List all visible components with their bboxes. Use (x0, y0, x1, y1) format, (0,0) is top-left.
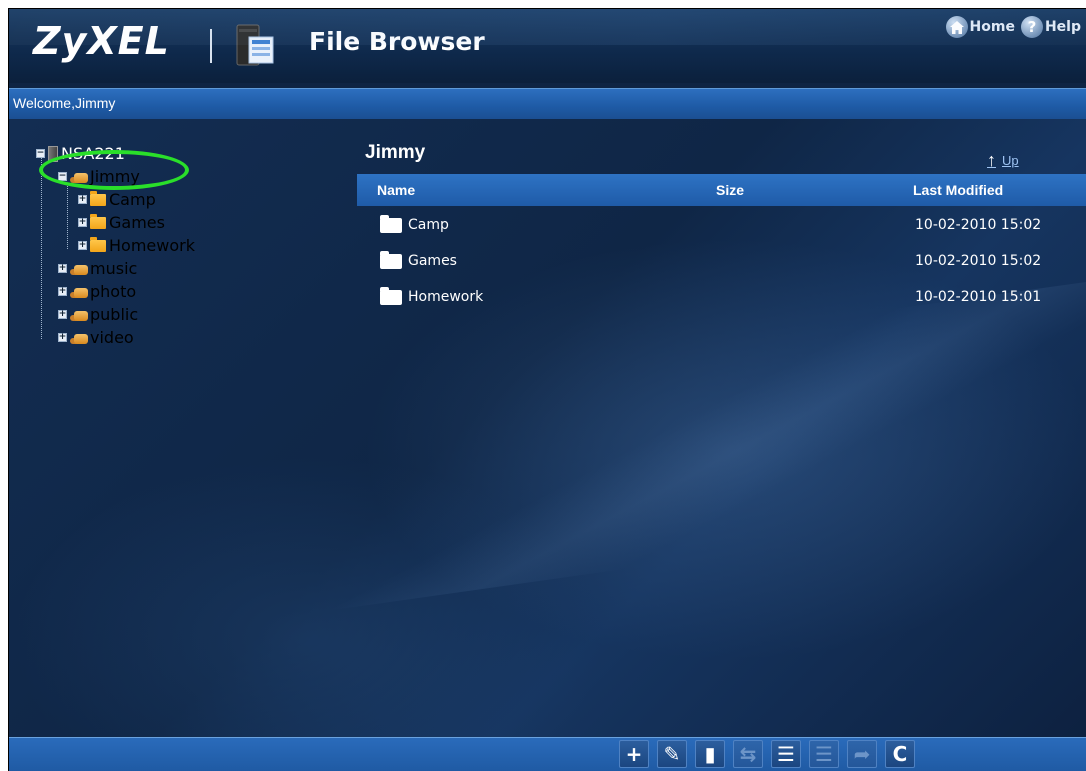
expand-icon[interactable]: + (58, 287, 67, 296)
share-icon (70, 262, 88, 276)
edit-icon: ✎ (663, 742, 681, 766)
file-name-cell: Homework (380, 286, 484, 305)
file-modified: 10-02-2010 15:01 (915, 289, 1042, 305)
expand-icon[interactable]: + (58, 333, 67, 342)
column-header-size[interactable]: Size (716, 182, 744, 198)
upload-icon: ☰ (777, 742, 795, 766)
welcome-text: Welcome,Jimmy (13, 95, 116, 111)
share-icon (70, 331, 88, 345)
tree-node-public[interactable]: + public (58, 305, 138, 324)
home-label: Home (969, 19, 1015, 35)
tree-label: photo (90, 282, 137, 301)
share-icon (70, 308, 88, 322)
tree-label: public (90, 305, 139, 324)
tree-label: music (90, 259, 138, 278)
help-icon: ? (1020, 16, 1043, 38)
folder-icon (90, 190, 106, 206)
up-label: Up (1002, 153, 1019, 168)
copy-button[interactable]: ⇆ (733, 740, 763, 768)
header: ZyXEL File Browser Home ? Help (9, 9, 1086, 83)
move-button[interactable]: ➦ (847, 740, 877, 768)
column-header-name[interactable]: Name (377, 182, 415, 198)
copy-icon: ⇆ (739, 742, 757, 766)
delete-button[interactable]: ▮ (695, 740, 725, 768)
app-title: File Browser (309, 27, 485, 56)
folder-icon (380, 250, 402, 269)
expand-icon[interactable]: + (78, 218, 87, 227)
file-modified: 10-02-2010 15:02 (915, 253, 1042, 269)
folder-icon (380, 286, 402, 305)
file-name-cell: Games (380, 250, 457, 269)
column-header-modified[interactable]: Last Modified (913, 182, 1003, 198)
welcome-bar: Welcome,Jimmy (9, 88, 1086, 120)
tree-node-photo[interactable]: + photo (58, 282, 136, 301)
up-link[interactable]: ↑ Up (987, 150, 1019, 171)
toolbar-buttons: + ✎ ▮ ⇆ ☰ ☰ ➦ C (619, 740, 915, 768)
folder-icon (90, 236, 106, 252)
table-row[interactable]: Camp 10-02-2010 15:02 (357, 208, 1086, 242)
table-row[interactable]: Homework 10-02-2010 15:01 (357, 280, 1086, 314)
table-row[interactable]: Games 10-02-2010 15:02 (357, 244, 1086, 278)
expand-icon[interactable]: + (78, 241, 87, 250)
file-modified: 10-02-2010 15:02 (915, 217, 1042, 233)
download-icon: ☰ (815, 742, 833, 766)
upload-button[interactable]: ☰ (771, 740, 801, 768)
current-folder-title: Jimmy (365, 142, 426, 163)
home-link[interactable]: Home (945, 16, 1015, 38)
tree-node-homework[interactable]: + Homework (78, 236, 195, 255)
help-label: Help (1044, 19, 1081, 35)
up-arrow-icon: ↑ (987, 150, 996, 170)
bottom-toolbar: + ✎ ▮ ⇆ ☰ ☰ ➦ C (9, 737, 1086, 771)
tree-connector (67, 183, 68, 249)
file-name: Homework (408, 289, 484, 305)
top-links: Home ? Help (945, 16, 1081, 38)
file-name-cell: Camp (380, 214, 449, 233)
tree-node-music[interactable]: + music (58, 259, 137, 278)
app-window: ZyXEL File Browser Home ? Help Welcome,J… (8, 8, 1086, 771)
tree-node-video[interactable]: + video (58, 328, 134, 347)
delete-icon: ▮ (704, 742, 716, 766)
collapse-icon[interactable]: − (36, 149, 45, 158)
refresh-button[interactable]: C (885, 740, 915, 768)
tree-node-camp[interactable]: + Camp (78, 190, 156, 209)
expand-icon[interactable]: + (58, 310, 67, 319)
share-icon (70, 285, 88, 299)
logo-divider (210, 29, 212, 63)
brand-logo: ZyXEL (33, 19, 170, 63)
tree-label: Homework (109, 236, 195, 255)
folder-icon (90, 213, 106, 229)
file-name: Camp (408, 217, 449, 233)
highlight-ellipse (39, 150, 189, 190)
file-browser-icon (235, 21, 275, 69)
tree-label: video (90, 328, 134, 347)
file-name: Games (408, 253, 457, 269)
tree-node-games[interactable]: + Games (78, 213, 165, 232)
download-button[interactable]: ☰ (809, 740, 839, 768)
refresh-icon: C (892, 742, 908, 766)
help-link[interactable]: ? Help (1020, 16, 1081, 38)
edit-button[interactable]: ✎ (657, 740, 687, 768)
background-streak (298, 267, 1086, 611)
add-button[interactable]: + (619, 740, 649, 768)
tree-connector (41, 151, 42, 339)
move-icon: ➦ (853, 742, 871, 766)
folder-icon (380, 214, 402, 233)
expand-icon[interactable]: + (58, 264, 67, 273)
tree-label: Camp (109, 190, 156, 209)
expand-icon[interactable]: + (78, 195, 87, 204)
file-table-header: Name Size Last Modified (357, 174, 1086, 206)
tree-label: Games (109, 213, 165, 232)
home-icon (945, 16, 968, 38)
add-icon: + (625, 742, 643, 766)
